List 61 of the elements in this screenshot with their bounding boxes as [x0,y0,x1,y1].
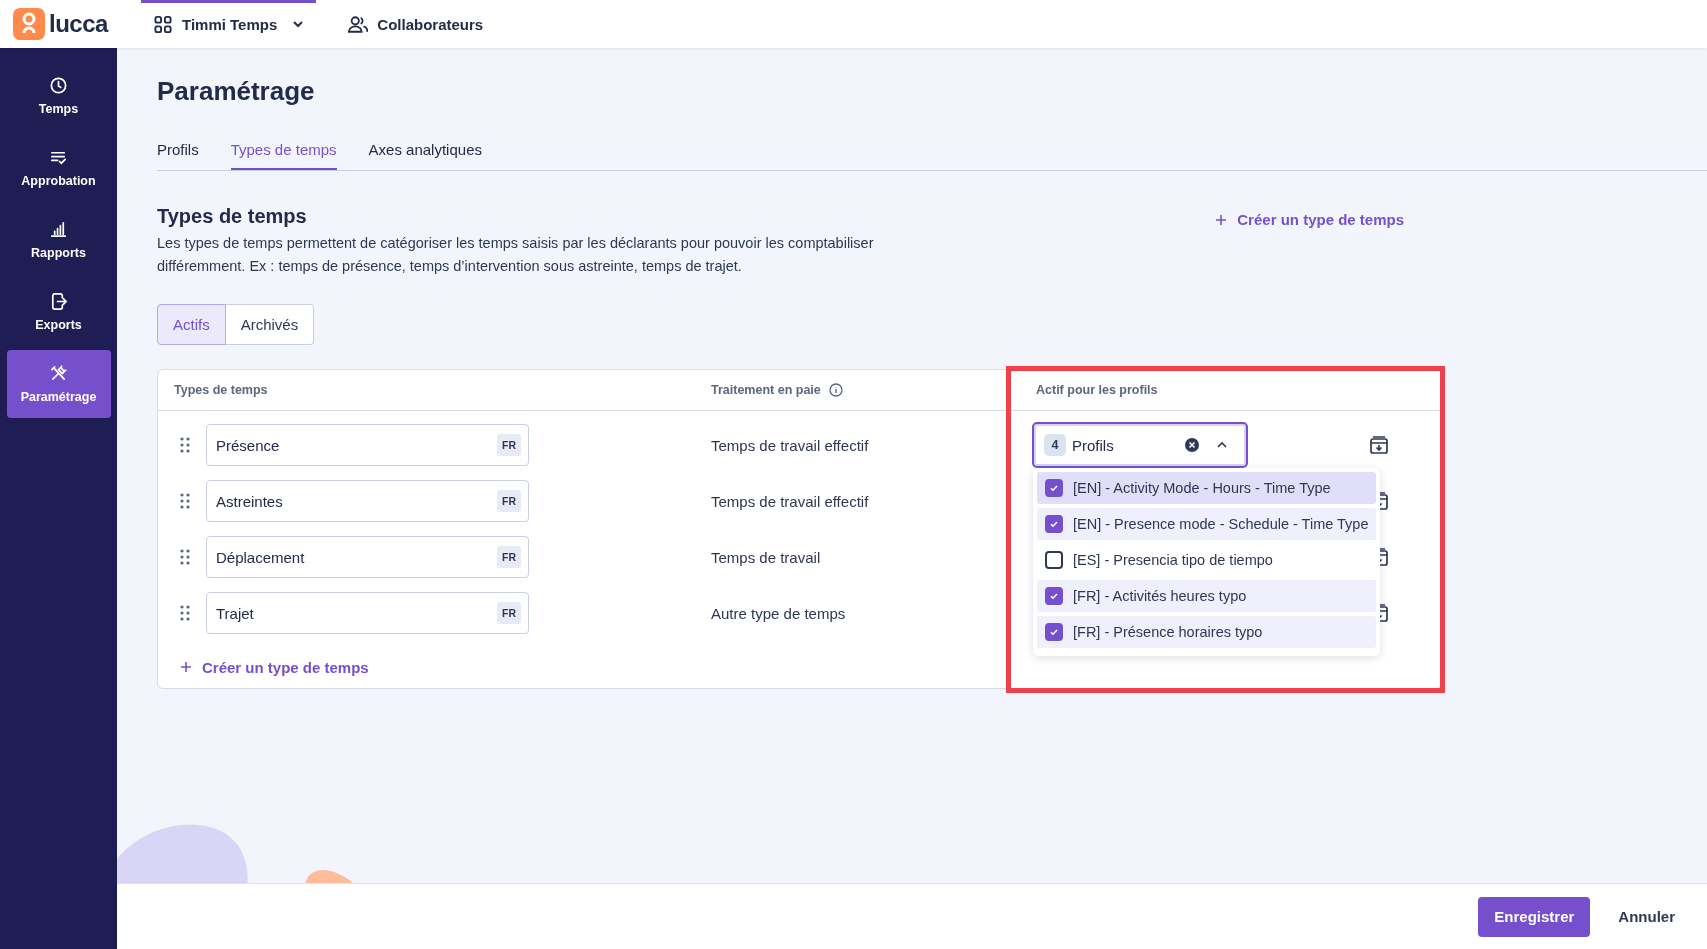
table-cell-text: Temps de travail effectif [711,436,870,454]
language-tag: FR [497,546,521,568]
grid-icon [153,14,173,34]
nav-item[interactable]: Collaborateurs [336,0,496,48]
profile-option[interactable]: [EN] - Activity Mode - Hours - Time Type [1037,472,1376,504]
archive-icon[interactable] [1369,435,1389,455]
checkbox[interactable] [1045,479,1063,497]
select-value: Profils [1072,436,1115,454]
drag-handle-icon[interactable] [180,605,190,621]
column-header: Types de temps [173,383,269,397]
language-tag: FR [497,490,521,512]
table-cell-text: Autre type de temps [711,604,847,622]
sidebar-item[interactable]: Paramétrage [6,350,111,418]
profile-option[interactable]: [ES] - Presencia tipo de tiempo [1037,544,1376,576]
sidebar-item[interactable]: Temps [6,62,111,130]
drag-handle-icon[interactable] [180,549,190,565]
chevron-down-icon [292,18,305,30]
table-cell-text: Temps de travail effectif [711,492,870,510]
clock-icon [49,76,68,95]
sidebar-item[interactable]: Rapports [6,206,111,274]
count-badge: 4 [1044,434,1066,456]
language-tag: FR [497,602,521,624]
profile-option[interactable]: [FR] - Activités heures typo [1037,580,1376,612]
plus-icon [180,661,192,673]
info-icon [828,383,843,397]
section-description: Les types de temps permettent de catégoriser les temps saisis par les déclarants pour pouvoir les comptabiliser différemment. Ex : temps de présence, temps d’intervention sous astreinte, temps de trajet. [157,234,875,276]
sidebar-item[interactable]: Exports [6,278,111,346]
plus-icon [1215,213,1228,226]
checkbox[interactable] [1045,515,1063,533]
create-link[interactable]: Créer un type de temps [180,647,369,687]
people-icon [348,14,369,34]
profile-select[interactable]: 4 Profils [1032,422,1248,468]
logo-text: lucca [49,10,108,38]
checkbox[interactable] [1045,623,1063,641]
table-cell-text: Temps de travail [711,548,822,566]
export-icon [49,292,68,311]
save-button[interactable]: Enregistrer [1478,896,1591,937]
nav-item[interactable]: Timmi Temps [141,0,317,48]
column-header: Actif pour les profils [1036,383,1159,397]
tools-icon [49,364,68,383]
section-title: Types de temps [157,205,308,228]
profile-option[interactable]: [FR] - Présence horaires typo [1037,616,1376,648]
logo-icon [13,8,45,40]
tab[interactable]: Axes analytiques [368,128,482,170]
filter-toggle[interactable]: Actifs [157,304,226,345]
column-header: Traitement en paie [711,383,821,397]
filter-toggle[interactable]: Archivés [225,304,315,345]
page-title: Paramétrage [157,76,316,108]
language-tag: FR [497,434,521,456]
checkbox[interactable] [1045,587,1063,605]
create-link[interactable]: Créer un type de temps [1215,211,1404,228]
checkbox[interactable] [1045,551,1063,569]
bar-chart-icon [49,220,68,239]
clear-icon[interactable] [1184,437,1200,453]
profile-option[interactable]: [EN] - Presence mode - Schedule - Time Type [1037,508,1376,540]
tab[interactable]: Types de temps [230,128,337,170]
sidebar-item[interactable]: Approbation [6,134,111,202]
drag-handle-icon[interactable] [180,493,190,509]
cancel-button[interactable]: Annuler [1606,896,1687,937]
tab[interactable]: Profils [157,128,199,170]
drag-handle-icon[interactable] [180,437,190,453]
